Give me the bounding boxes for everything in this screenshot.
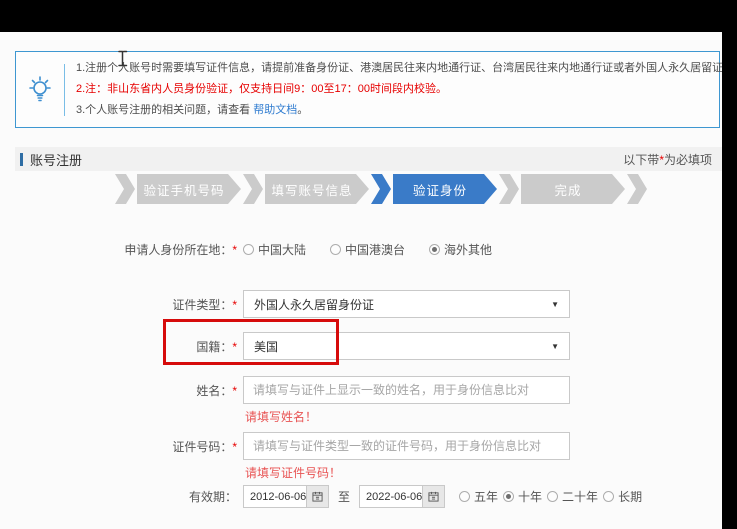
name-label: 姓名：* <box>15 382 237 399</box>
radio-long-term[interactable]: 长期 <box>603 488 642 505</box>
dropdown-caret-icon: ▼ <box>551 300 559 309</box>
radio-checked-icon[interactable] <box>503 491 514 502</box>
radio-ten-years[interactable]: 十年 <box>503 488 542 505</box>
radio-icon[interactable] <box>243 244 254 255</box>
chevron-icon <box>627 174 647 204</box>
cert-number-label: 证件号码：* <box>15 438 237 455</box>
date-range-separator: 至 <box>338 488 350 505</box>
step-verify-identity: 验证身份 <box>393 174 497 204</box>
field-name: 姓名：* <box>15 376 722 404</box>
registration-form: 申请人身份所在地：* 中国大陆 中国港澳台 海外其他 证件类型：* 外国人永久居… <box>15 241 722 508</box>
nationality-select[interactable]: 美国 ▼ <box>243 332 570 360</box>
step-verify-phone: 验证手机号码 <box>137 174 241 204</box>
field-validity: 有效期： 至 <box>15 485 722 508</box>
radio-icon[interactable] <box>547 491 558 502</box>
step-wizard: 验证手机号码 填写账号信息 验证身份 完成 <box>15 174 722 204</box>
notice-line-2: 2.注：非山东省内人员身份验证，仅支持日间9：00至17：00时间段内校验。 <box>76 79 734 100</box>
name-input[interactable] <box>243 376 570 404</box>
field-region: 申请人身份所在地：* 中国大陆 中国港澳台 海外其他 <box>15 241 722 258</box>
validity-end-datebox <box>359 485 445 508</box>
field-cert-type: 证件类型：* 外国人永久居留身份证 ▼ <box>15 290 722 318</box>
title-accent-bar <box>20 153 23 166</box>
cert-number-input[interactable] <box>243 432 570 460</box>
radio-china-hk-macao-tw[interactable]: 中国港澳台 <box>330 241 405 258</box>
help-doc-link[interactable]: 帮助文档 <box>253 104 297 116</box>
calendar-icon[interactable] <box>422 486 444 507</box>
validity-label: 有效期： <box>15 488 237 505</box>
radio-icon[interactable] <box>330 244 341 255</box>
step-account-info: 填写账号信息 <box>265 174 369 204</box>
chevron-icon <box>499 174 519 204</box>
calendar-icon[interactable] <box>306 486 328 507</box>
validity-start-datebox <box>243 485 329 508</box>
notice-box: 1.注册个人账号时需要填写证件信息，请提前准备身份证、港澳居民往来内地通行证、台… <box>15 51 720 128</box>
top-black-bar <box>0 0 737 32</box>
radio-overseas-other[interactable]: 海外其他 <box>429 241 492 258</box>
chevron-icon <box>371 174 391 204</box>
region-label: 申请人身份所在地：* <box>15 241 237 258</box>
screen: 1.注册个人账号时需要填写证件信息，请提前准备身份证、港澳居民往来内地通行证、台… <box>0 0 737 529</box>
right-black-bar <box>722 0 737 529</box>
cert-type-select[interactable]: 外国人永久居留身份证 ▼ <box>243 290 570 318</box>
nationality-label: 国籍：* <box>15 338 237 355</box>
step-complete: 完成 <box>521 174 625 204</box>
validity-start-input[interactable] <box>244 486 306 507</box>
radio-china-mainland[interactable]: 中国大陆 <box>243 241 306 258</box>
notice-line-1: 1.注册个人账号时需要填写证件信息，请提前准备身份证、港澳居民往来内地通行证、台… <box>76 58 734 79</box>
chevron-icon <box>243 174 263 204</box>
cert-number-error: 请填写证件号码！ <box>245 466 722 480</box>
radio-five-years[interactable]: 五年 <box>459 488 498 505</box>
notice-line-3: 3.个人账号注册的相关问题，请查看 帮助文档。 <box>76 100 734 121</box>
cert-type-label: 证件类型：* <box>15 296 237 313</box>
page-title: 账号注册 <box>20 150 82 169</box>
dropdown-caret-icon: ▼ <box>551 342 559 351</box>
section-header: 账号注册 以下带*为必填项 <box>15 147 722 171</box>
name-error: 请填写姓名！ <box>245 410 722 424</box>
radio-checked-icon[interactable] <box>429 244 440 255</box>
field-nationality: 国籍：* 美国 ▼ <box>15 332 722 360</box>
validity-end-input[interactable] <box>360 486 422 507</box>
field-cert-number: 证件号码：* <box>15 432 722 460</box>
radio-icon[interactable] <box>603 491 614 502</box>
radio-twenty-years[interactable]: 二十年 <box>547 488 598 505</box>
lightbulb-icon <box>16 75 64 105</box>
page-content: 1.注册个人账号时需要填写证件信息，请提前准备身份证、港澳居民往来内地通行证、台… <box>15 0 722 508</box>
chevron-icon <box>115 174 135 204</box>
region-radio-group: 中国大陆 中国港澳台 海外其他 <box>243 241 492 258</box>
radio-icon[interactable] <box>459 491 470 502</box>
validity-controls: 至 五年 十年 二十年 长期 <box>243 485 647 508</box>
duration-radio-group: 五年 十年 二十年 长期 <box>459 488 647 505</box>
required-hint: 以下带*为必填项 <box>623 151 712 168</box>
